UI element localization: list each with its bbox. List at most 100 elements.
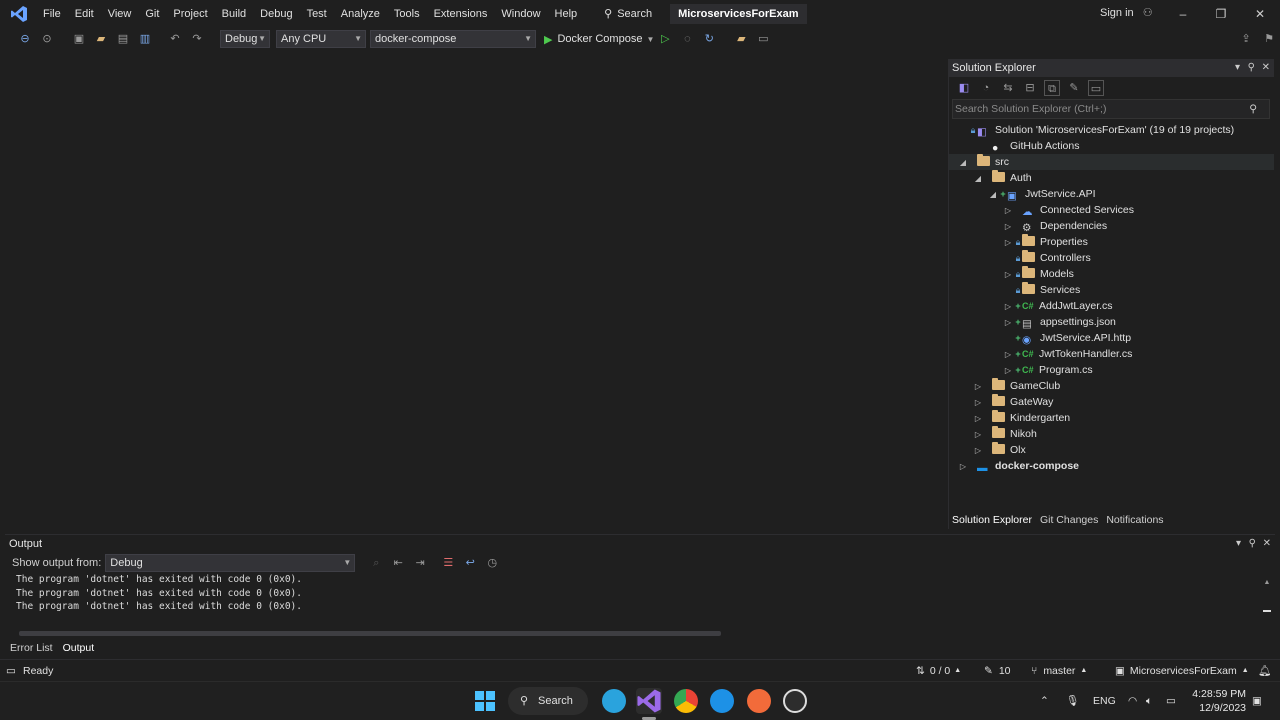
tree-item[interactable]: ▷ Olx [949,442,1274,458]
window-position-icon[interactable]: ▾ [1236,535,1241,553]
save-all-icon[interactable]: ▥ [137,31,153,47]
tree-item[interactable]: ▷ 🔒︎ Models [949,266,1274,282]
tree-item[interactable]: 🔒︎ Controllers [949,250,1274,266]
tree-item[interactable]: ▷ +C# JwtTokenHandler.cs [949,346,1274,362]
live-share-icon[interactable]: ⇪ [1238,31,1254,47]
tree-item[interactable]: ◢ Auth [949,170,1274,186]
collapsed-chevron-icon[interactable]: ▷ [1002,203,1014,219]
tab-git-changes[interactable]: Git Changes [1036,512,1102,528]
show-hidden-icons-icon[interactable]: ⌃ [1040,682,1049,720]
output-horizontal-scrollbar[interactable] [19,631,721,636]
configuration-dropdown[interactable]: Debug ▼ [220,30,270,48]
collapsed-chevron-icon[interactable]: ▷ [1002,347,1014,363]
forward-icon[interactable]: ⊙ [39,31,55,47]
startup-project-dropdown[interactable]: docker-compose ▼ [370,30,536,48]
tree-item[interactable]: ▷ GameClub [949,378,1274,394]
expanded-chevron-icon[interactable]: ◢ [957,155,969,171]
notifications-bell-icon[interactable]: 🔔︎ [1258,660,1271,682]
tree-item[interactable]: ◢ src [949,154,1274,170]
collapsed-chevron-icon[interactable]: ▷ [1002,267,1014,283]
tab-notifications[interactable]: Notifications [1102,512,1167,528]
minimize-button[interactable]: – [1173,4,1193,24]
save-icon[interactable]: ▤ [115,31,131,47]
history-icon[interactable]: ◔ [978,80,994,96]
tab-error-list[interactable]: Error List [5,640,58,656]
run-button[interactable]: ▶ Docker Compose ▼ [544,33,654,46]
expanded-chevron-icon[interactable]: ◢ [987,187,999,203]
volume-icon[interactable]: 🔈︎ [1146,682,1152,720]
clock[interactable]: 4:28:59 PM 12/9/2023 [1192,687,1246,715]
collapsed-chevron-icon[interactable]: ▷ [972,427,984,443]
clear-all-icon[interactable]: ☰ [440,555,456,571]
battery-icon[interactable]: ▭ [1166,682,1176,720]
tree-item[interactable]: ▷ Nikoh [949,426,1274,442]
refresh-icon[interactable]: ↻ [701,31,717,47]
new-item-icon[interactable]: ▣ [71,31,87,47]
collapsed-chevron-icon[interactable]: ▷ [1002,299,1014,315]
tree-item[interactable]: ▷ +C# AddJwtLayer.cs [949,298,1274,314]
wifi-icon[interactable]: ◠ [1128,682,1137,720]
tree-item[interactable]: ● GitHub Actions [949,138,1274,154]
collapsed-chevron-icon[interactable]: ▷ [972,411,984,427]
tree-item[interactable]: ▷ Kindergarten [949,410,1274,426]
output-text[interactable]: The program 'dotnet' has exited with cod… [16,573,302,614]
menu-window[interactable]: Window [494,0,547,28]
chrome-icon[interactable] [674,689,698,713]
properties-icon[interactable]: ✎ [1066,80,1082,96]
preview-icon[interactable]: ▭ [1088,80,1104,96]
solution-folder-icon[interactable]: ▰ [733,31,749,47]
windows-start-icon[interactable] [475,691,495,711]
notification-center-icon[interactable]: ▣ [1252,682,1262,720]
timestamp-icon[interactable]: ◷ [484,555,500,571]
tree-item[interactable]: ▷ 🔒︎ Properties [949,234,1274,250]
restore-button[interactable]: ❐ [1211,4,1231,24]
telegram-icon[interactable] [602,689,626,713]
tree-item[interactable]: ▷ +C# Program.cs [949,362,1274,378]
menu-project[interactable]: Project [166,0,214,28]
tree-item[interactable]: +◉ JwtService.API.http [949,330,1274,346]
docker-icon[interactable] [710,689,734,713]
tree-item[interactable]: 🔒︎ Services [949,282,1274,298]
tree-item[interactable]: ◢ +▣ JwtService.API [949,186,1274,202]
expanded-chevron-icon[interactable]: ◢ [972,171,984,187]
layout-icon[interactable]: ▭ [755,31,771,47]
collapsed-chevron-icon[interactable]: ▷ [1002,363,1014,379]
collapsed-chevron-icon[interactable]: ▷ [972,395,984,411]
solution-explorer-search-input[interactable]: Search Solution Explorer (Ctrl+;) ⚲ [952,99,1270,119]
back-icon[interactable]: ⊖ [17,31,33,47]
collapsed-chevron-icon[interactable]: ▷ [1002,219,1014,235]
next-message-icon[interactable]: ⇥ [412,555,428,571]
edits-status[interactable]: ✎ 10 [984,660,1011,682]
menu-view[interactable]: View [101,0,139,28]
sign-in-button[interactable]: Sign in ⚇ [1100,6,1153,19]
menu-tools[interactable]: Tools [387,0,427,28]
menu-git[interactable]: Git [138,0,166,28]
menu-edit[interactable]: Edit [68,0,101,28]
switch-views-icon[interactable]: ◧ [956,80,972,96]
window-position-icon[interactable]: ▾ [1235,59,1240,77]
collapse-all-icon[interactable]: ⊟ [1022,80,1038,96]
close-pane-icon[interactable]: ✕ [1263,535,1271,553]
branch-status[interactable]: ⑂ master ▲ [1031,660,1087,682]
repo-status[interactable]: ▣ MicroservicesForExam ▲ [1115,660,1249,682]
word-wrap-icon[interactable]: ↩ [462,555,478,571]
tree-item[interactable]: ▷ GateWay [949,394,1274,410]
taskbar-search-box[interactable]: ⚲ Search [508,687,588,715]
menu-debug[interactable]: Debug [253,0,299,28]
menu-build[interactable]: Build [215,0,253,28]
tree-item[interactable]: ▷ ☁ Connected Services [949,202,1274,218]
tree-item[interactable]: ▷ ⚙ Dependencies [949,218,1274,234]
collapsed-chevron-icon[interactable]: ▷ [1002,315,1014,331]
prev-message-icon[interactable]: ⇤ [390,555,406,571]
language-indicator[interactable]: ENG [1093,682,1116,720]
visual-studio-logo-icon[interactable] [10,5,28,23]
menu-test[interactable]: Test [300,0,334,28]
obs-icon[interactable] [783,689,807,713]
find-message-icon[interactable]: ⌕ [368,555,384,571]
tab-output[interactable]: Output [58,640,100,656]
pin-icon[interactable]: ⚲ [1249,535,1256,553]
redo-icon[interactable]: ↷ [189,31,205,47]
close-pane-icon[interactable]: ✕ [1262,59,1270,77]
search-button[interactable]: ⚲ Search [596,0,660,28]
menu-analyze[interactable]: Analyze [334,0,387,28]
